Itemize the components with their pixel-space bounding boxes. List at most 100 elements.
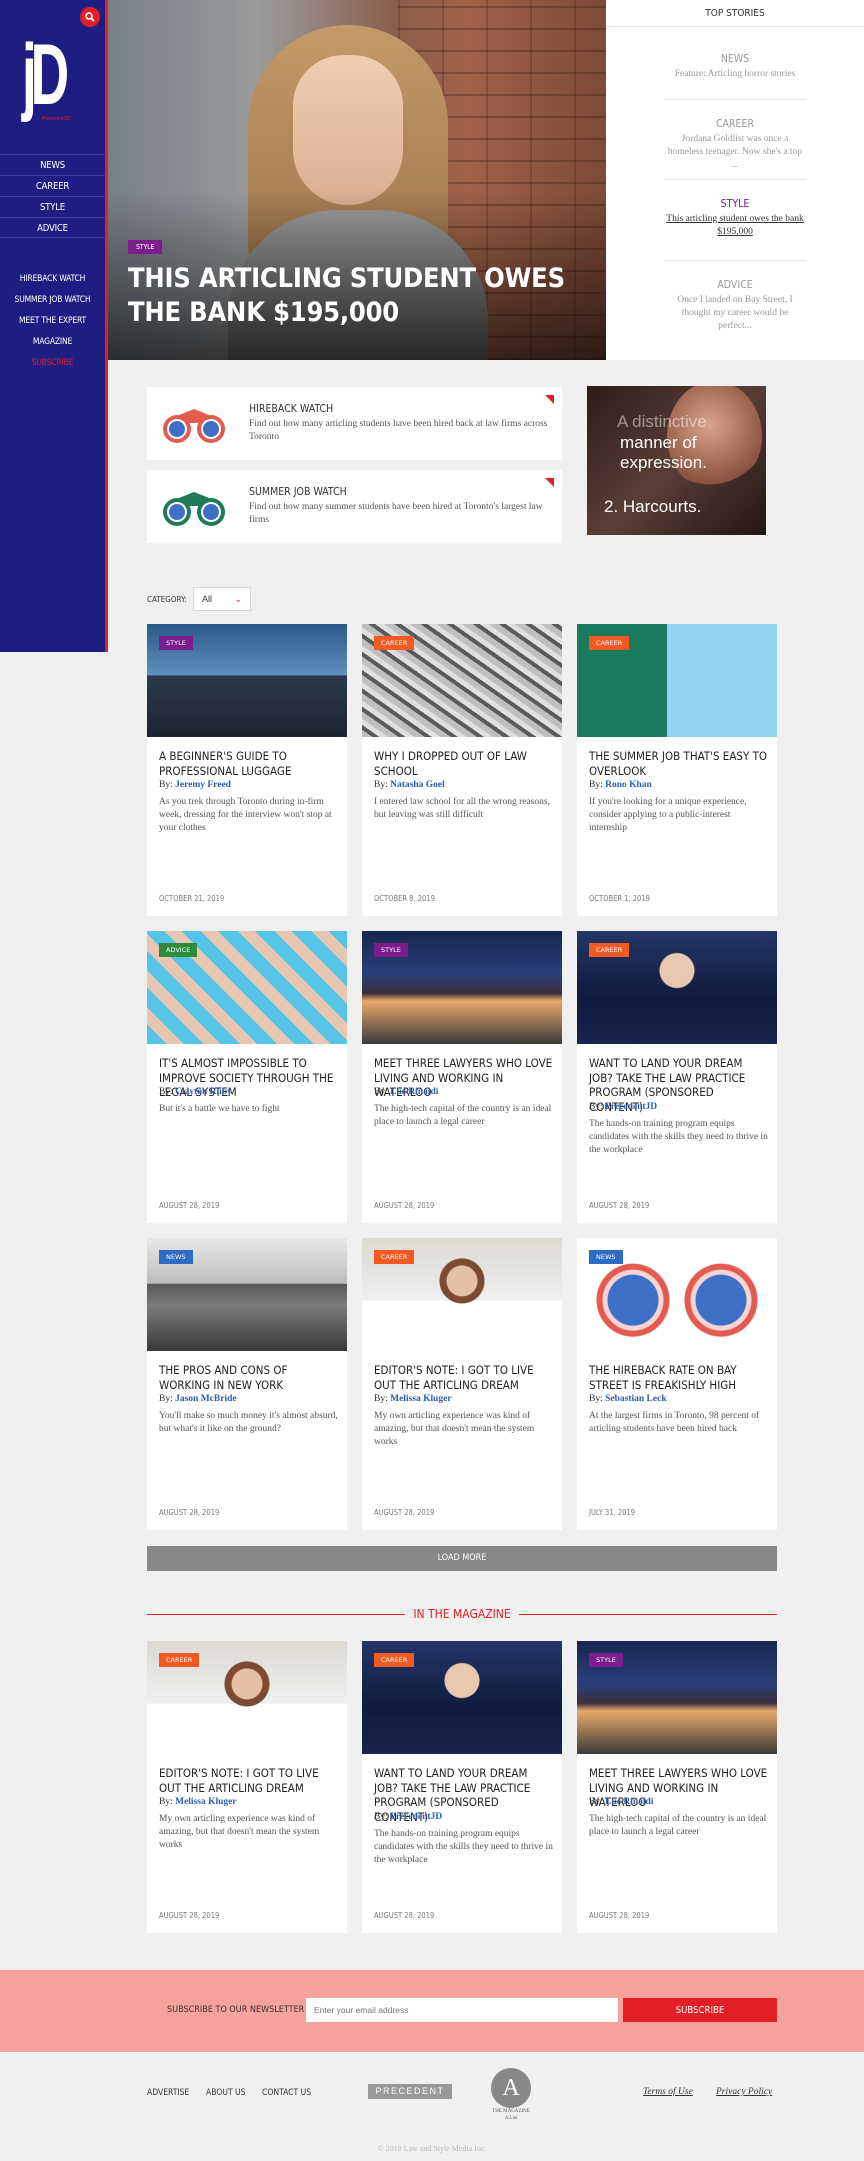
terms-of-use-link[interactable]: Terms of Use: [643, 2087, 693, 2097]
top-story-text[interactable]: Jordana Goldlist was once a homeless tee…: [664, 133, 806, 172]
top-story-text[interactable]: Once I landed on Bay Street, I thought m…: [664, 294, 806, 333]
privacy-policy-link[interactable]: Privacy Policy: [716, 2087, 772, 2097]
top-story-item[interactable]: STYLE This articling student owes the ba…: [664, 198, 806, 239]
nav-career[interactable]: CAREER: [0, 175, 105, 196]
article-card[interactable]: STYLE A BEGINNER'S GUIDE TO PROFESSIONAL …: [147, 624, 347, 916]
a-list-logo[interactable]: A THE MAGAZINE A List: [491, 2068, 531, 2121]
footer-link-contact-us[interactable]: CONTACT US: [262, 2088, 311, 2098]
article-title[interactable]: THE HIREBACK RATE ON BAY STREET IS FREAK…: [589, 1363, 769, 1392]
article-date: AUGUST 28, 2019: [374, 1508, 435, 1517]
top-story-text[interactable]: Feature: Articling horror stories: [664, 68, 806, 81]
top-story-category[interactable]: CAREER: [664, 118, 806, 130]
nav-hireback-watch[interactable]: HIREBACK WATCH: [0, 269, 105, 290]
article-card[interactable]: NEWS THE HIREBACK RATE ON BAY STREET IS F…: [577, 1238, 777, 1530]
newsletter-label: SUBSCRIBE TO OUR NEWSLETTER: [167, 2005, 305, 2015]
article-card[interactable]: CAREER WHY I DROPPED OUT OF LAW SCHOOL By:…: [362, 624, 562, 916]
author-link[interactable]: PrecedentJD: [605, 1102, 657, 1112]
article-date: AUGUST 28, 2019: [374, 1201, 435, 1210]
divider: [664, 99, 806, 100]
nav-summer-job-watch[interactable]: SUMMER JOB WATCH: [0, 290, 105, 311]
article-card[interactable]: STYLE MEET THREE LAWYERS WHO LOVE LIVING …: [362, 931, 562, 1223]
top-story-text[interactable]: This articling student owes the bank $19…: [664, 213, 806, 239]
logo-mark: jD: [22, 27, 69, 123]
article-byline: By: Sebastian Leck: [589, 1394, 769, 1404]
newsletter-email-input[interactable]: [306, 1998, 618, 2022]
footer-link-advertise[interactable]: ADVERTISE: [147, 2088, 189, 2098]
newsletter-subscribe-button[interactable]: SUBSCRIBE: [623, 1998, 777, 2022]
nav-style[interactable]: STYLE: [0, 196, 105, 217]
article-card[interactable]: ADVICE IT'S ALMOST IMPOSSIBLE TO IMPROVE …: [147, 931, 347, 1223]
site-logo[interactable]: jD PrecedentJD: [22, 32, 82, 127]
hireback-watch-promo[interactable]: HIREBACK WATCH Find out how many articli…: [147, 387, 562, 460]
author-link[interactable]: PrecedentJD: [390, 1812, 442, 1822]
article-card[interactable]: NEWS THE PROS AND CONS OF WORKING IN NEW …: [147, 1238, 347, 1530]
hero-category-badge[interactable]: STYLE: [128, 240, 163, 254]
category-badge[interactable]: CAREER: [589, 943, 630, 957]
ad-text: A distinctive: [617, 412, 707, 431]
article-card[interactable]: STYLE MEET THREE LAWYERS WHO LOVE LIVING …: [577, 1641, 777, 1933]
article-title[interactable]: A BEGINNER'S GUIDE TO PROFESSIONAL LUGGA…: [159, 749, 339, 778]
article-card[interactable]: CAREER THE SUMMER JOB THAT'S EASY TO OVER…: [577, 624, 777, 916]
author-link[interactable]: Rono Khan: [605, 780, 652, 790]
top-story-category[interactable]: ADVICE: [664, 279, 806, 291]
nav-news[interactable]: NEWS: [0, 154, 105, 175]
article-card[interactable]: CAREER WANT TO LAND YOUR DREAM JOB? TAKE …: [577, 931, 777, 1223]
hero-story[interactable]: STYLE THIS ARTICLING STUDENT OWES THE BA…: [108, 0, 606, 360]
category-badge[interactable]: ADVICE: [159, 943, 198, 957]
author-link[interactable]: Luc Rinaldi: [390, 1087, 438, 1097]
top-story-category[interactable]: STYLE: [664, 198, 806, 210]
ad-brand: 2. Harcourts.: [604, 497, 702, 516]
nav-subscribe[interactable]: SUBSCRIBE: [0, 353, 105, 374]
article-title[interactable]: EDITOR'S NOTE: I GOT TO LIVE OUT THE ART…: [374, 1363, 554, 1392]
precedent-logo[interactable]: PRECEDENT: [368, 2084, 452, 2099]
top-story-item[interactable]: NEWS Feature: Articling horror stories: [664, 53, 806, 81]
nav-advice[interactable]: ADVICE: [0, 217, 105, 238]
byline-label: By:: [159, 780, 173, 790]
nav-meet-the-expert[interactable]: MEET THE EXPERT: [0, 311, 105, 332]
article-title[interactable]: THE SUMMER JOB THAT'S EASY TO OVERLOOK: [589, 749, 769, 778]
category-badge[interactable]: CAREER: [589, 636, 630, 650]
article-excerpt: As you trek through Toronto during in-fi…: [159, 797, 332, 833]
article-title[interactable]: EDITOR'S NOTE: I GOT TO LIVE OUT THE ART…: [159, 1766, 339, 1795]
nav-magazine[interactable]: MAGAZINE: [0, 332, 105, 353]
author-link[interactable]: Jeremy Freed: [175, 780, 231, 790]
author-link[interactable]: Melissa Kluger: [175, 1797, 236, 1807]
article-date: OCTOBER 21, 2019: [159, 894, 225, 903]
author-link[interactable]: Luc Rinaldi: [605, 1797, 653, 1807]
author-link[interactable]: Clayton Ruby: [175, 1087, 232, 1097]
search-button[interactable]: [80, 7, 100, 27]
article-excerpt: The high-tech capital of the country is …: [374, 1104, 552, 1127]
article-excerpt: The high-tech capital of the country is …: [589, 1814, 767, 1837]
promo-title[interactable]: HIREBACK WATCH: [249, 403, 333, 415]
article-title[interactable]: THE PROS AND CONS OF WORKING IN NEW YORK: [159, 1363, 339, 1392]
category-badge[interactable]: CAREER: [159, 1653, 200, 1667]
top-story-item[interactable]: CAREER Jordana Goldlist was once a homel…: [664, 118, 806, 172]
author-link[interactable]: Jason McBride: [175, 1394, 236, 1404]
category-badge[interactable]: STYLE: [589, 1653, 623, 1667]
article-card[interactable]: CAREER EDITOR'S NOTE: I GOT TO LIVE OUT T…: [362, 1238, 562, 1530]
byline-label: By:: [589, 1101, 603, 1112]
summer-job-watch-promo[interactable]: SUMMER JOB WATCH Find out how many summe…: [147, 470, 562, 543]
author-link[interactable]: Sebastian Leck: [605, 1394, 667, 1404]
author-link[interactable]: Natasha Goel: [390, 780, 445, 790]
category-badge[interactable]: CAREER: [374, 636, 415, 650]
article-card[interactable]: CAREER WANT TO LAND YOUR DREAM JOB? TAKE …: [362, 1641, 562, 1933]
category-select[interactable]: All ⌄: [193, 587, 251, 611]
top-story-item[interactable]: ADVICE Once I landed on Bay Street, I th…: [664, 279, 806, 333]
category-badge[interactable]: STYLE: [159, 636, 193, 650]
article-card[interactable]: CAREER EDITOR'S NOTE: I GOT TO LIVE OUT T…: [147, 1641, 347, 1933]
category-badge[interactable]: CAREER: [374, 1250, 415, 1264]
hero-title[interactable]: THIS ARTICLING STUDENT OWES THE BANK $19…: [128, 262, 598, 330]
load-more-button[interactable]: LOAD MORE: [147, 1546, 777, 1571]
category-badge[interactable]: CAREER: [374, 1653, 415, 1667]
category-badge[interactable]: NEWS: [159, 1250, 193, 1264]
byline-label: By:: [374, 1811, 388, 1822]
category-badge[interactable]: STYLE: [374, 943, 408, 957]
category-badge[interactable]: NEWS: [589, 1250, 623, 1264]
harcourts-ad[interactable]: A distinctive manner of expression. 2. H…: [587, 386, 766, 535]
article-title[interactable]: WHY I DROPPED OUT OF LAW SCHOOL: [374, 749, 554, 778]
promo-title[interactable]: SUMMER JOB WATCH: [249, 486, 347, 498]
top-story-category[interactable]: NEWS: [664, 53, 806, 65]
author-link[interactable]: Melissa Kluger: [390, 1394, 451, 1404]
footer-link-about-us[interactable]: ABOUT US: [206, 2088, 246, 2098]
